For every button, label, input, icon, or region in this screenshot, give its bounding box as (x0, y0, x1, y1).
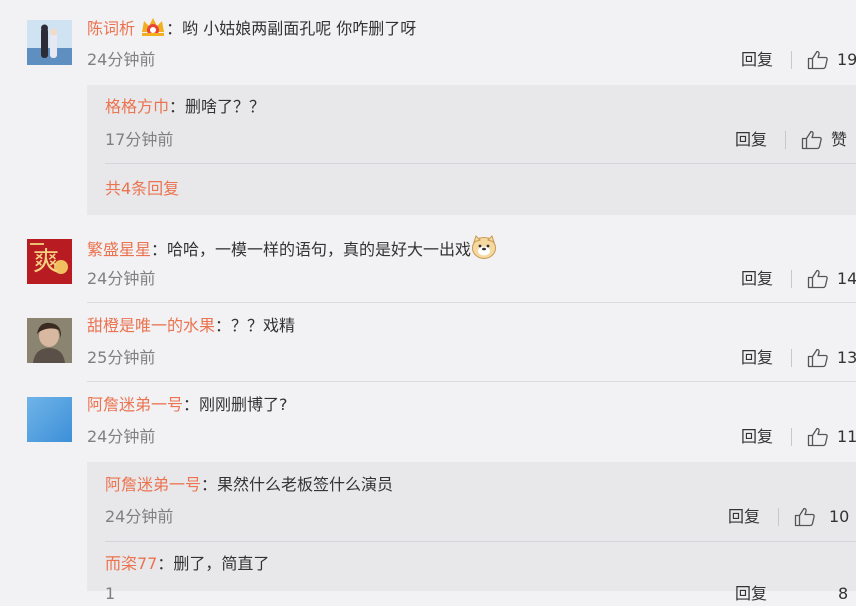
thumbs-up-icon (801, 130, 823, 150)
avatar[interactable] (27, 318, 72, 363)
reply-button[interactable]: 回复 (741, 48, 773, 72)
avatar[interactable] (27, 20, 72, 65)
like-button[interactable]: 10 (794, 505, 856, 529)
reply-line: 阿詹迷弟一号：果然什么老板签什么演员 (105, 475, 394, 494)
thumbs-up-icon (807, 50, 829, 70)
separator (791, 270, 792, 288)
divider (105, 163, 856, 164)
like-label: 赞 (831, 130, 848, 149)
username[interactable]: 阿詹迷弟一号 (87, 395, 183, 414)
avatar[interactable]: 爽 (27, 239, 72, 284)
like-button[interactable]: 14 (807, 267, 856, 291)
reply-button[interactable]: 回复 (741, 267, 773, 291)
separator (785, 131, 786, 149)
like-button[interactable]: 11 (807, 425, 856, 449)
comment-line: 阿詹迷弟一号：刚刚删博了? (87, 395, 288, 414)
username[interactable]: 陈词析 (87, 19, 135, 38)
comment-text: 哈哈，一模一样的语句，真的是好大一出戏 (167, 240, 472, 259)
comment-text: ？？戏精 (231, 316, 296, 335)
reply-line: 格格方巾：删啥了？？ (105, 97, 266, 116)
timestamp: 24分钟前 (87, 427, 156, 446)
like-count: 14 (837, 269, 856, 288)
reply-line: 而栥77：删了，简直了 (105, 554, 270, 573)
reply-button[interactable]: 回复 (735, 582, 767, 606)
crown-badge-icon (140, 16, 166, 45)
thumbs-up-icon (794, 507, 816, 527)
username[interactable]: 繁盛星星 (87, 240, 151, 259)
divider (87, 381, 856, 382)
timestamp: 1 (105, 584, 116, 603)
avatar-text: 爽 (33, 247, 60, 277)
like-count: 10 (829, 507, 850, 526)
like-count: 8 (838, 584, 849, 603)
doge-emoji-icon (471, 235, 497, 266)
comment-line: 陈词析 ：哟 小姑娘两副面孔呢 你咋删了呀 (87, 16, 416, 45)
like-button[interactable]: 赞 (801, 128, 856, 152)
reply-button[interactable]: 回复 (728, 505, 760, 529)
reply-button[interactable]: 回复 (741, 425, 773, 449)
timestamp: 17分钟前 (105, 130, 174, 149)
like-count: 13 (837, 348, 856, 367)
username[interactable]: 格格方巾 (105, 97, 169, 116)
view-more-replies-link[interactable]: 共4条回复 (105, 177, 179, 201)
thumbs-up-icon (807, 427, 829, 447)
timestamp: 24分钟前 (87, 50, 156, 69)
thumbs-up-icon (807, 348, 829, 368)
avatar[interactable] (27, 397, 72, 442)
divider (87, 302, 856, 303)
separator (778, 508, 779, 526)
separator (791, 349, 792, 367)
comment-line: 繁盛星星：哈哈，一模一样的语句，真的是好大一出戏 (87, 235, 497, 266)
reply-text: 删了，简直了 (173, 554, 270, 573)
username[interactable]: 阿詹迷弟一号 (105, 475, 201, 494)
timestamp: 25分钟前 (87, 348, 156, 367)
like-button[interactable]: 19 (807, 48, 856, 72)
separator (791, 428, 792, 446)
comment-text: 刚刚删博了? (199, 395, 288, 414)
like-button[interactable]: 13 (807, 346, 856, 370)
thumbs-up-icon (807, 269, 829, 289)
username[interactable]: 甜橙是唯一的水果 (87, 316, 215, 335)
comment-line: 甜橙是唯一的水果：？？戏精 (87, 316, 296, 335)
reply-button[interactable]: 回复 (741, 346, 773, 370)
reply-text: 删啥了？？ (185, 97, 266, 116)
timestamp: 24分钟前 (87, 269, 156, 288)
reply-button[interactable]: 回复 (735, 128, 767, 152)
like-count: 11 (837, 427, 856, 446)
timestamp: 24分钟前 (105, 507, 174, 526)
comment-text: 哟 小姑娘两副面孔呢 你咋删了呀 (182, 19, 417, 38)
divider (105, 541, 856, 542)
separator (791, 51, 792, 69)
like-count: 19 (837, 50, 856, 69)
username[interactable]: 而栥77 (105, 554, 157, 573)
reply-text: 果然什么老板签什么演员 (217, 475, 394, 494)
